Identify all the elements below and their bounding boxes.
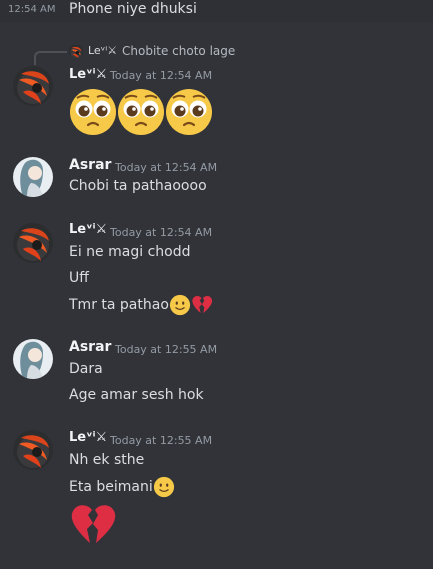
reply-text[interactable]: Chobite choto lage: [122, 44, 235, 58]
message-line: Eta beimani: [69, 476, 175, 498]
reply-author[interactable]: Leᵛⁱ⚔: [88, 44, 117, 57]
message-text: Uff: [69, 270, 89, 286]
avatar[interactable]: [13, 66, 53, 106]
pleading-face-emoji[interactable]: [69, 88, 117, 136]
timestamp: Today at 12:55 AM: [110, 434, 213, 447]
avatar[interactable]: [13, 430, 53, 470]
reply-connector: [34, 51, 67, 65]
previous-message-time: 12:54 AM: [8, 4, 56, 15]
pleading-face-emoji[interactable]: [165, 88, 213, 136]
username[interactable]: Leᵛⁱ⚔: [69, 430, 107, 445]
broken-heart-emoji[interactable]: [191, 295, 213, 315]
avatar[interactable]: [13, 339, 53, 379]
message-text: Age amar sesh hok: [69, 387, 204, 403]
slightly-smiling-face-emoji[interactable]: [153, 476, 175, 498]
previous-message-text: Phone niye dhuksi: [69, 1, 197, 17]
message-text: Tmr ta pathao: [69, 297, 169, 313]
message-line: Tmr ta pathao: [69, 294, 213, 316]
message-text: Ei ne magi chodd: [69, 244, 191, 260]
timestamp: Today at 12:54 AM: [115, 161, 218, 174]
pleading-face-emoji[interactable]: [117, 88, 165, 136]
username[interactable]: Asrar: [69, 157, 111, 173]
broken-heart-emoji[interactable]: [69, 503, 117, 547]
avatar[interactable]: [13, 223, 53, 263]
timestamp: Today at 12:55 AM: [115, 343, 218, 356]
username[interactable]: Leᵛⁱ⚔: [69, 222, 107, 237]
timestamp: Today at 12:54 AM: [110, 226, 213, 239]
message-text: Chobi ta pathaoooo: [69, 178, 207, 194]
username[interactable]: Asrar: [69, 339, 111, 355]
avatar[interactable]: [13, 157, 53, 197]
username[interactable]: Leᵛⁱ⚔: [69, 67, 107, 82]
message-text: Dara: [69, 361, 103, 377]
slightly-smiling-face-emoji[interactable]: [169, 294, 191, 316]
timestamp: Today at 12:54 AM: [110, 69, 213, 82]
previous-message-row[interactable]: 12:54 AM Phone niye dhuksi: [0, 0, 433, 22]
reply-avatar[interactable]: [69, 44, 83, 58]
message-text: Nh ek sthe: [69, 452, 145, 468]
message-text: Eta beimani: [69, 479, 153, 495]
